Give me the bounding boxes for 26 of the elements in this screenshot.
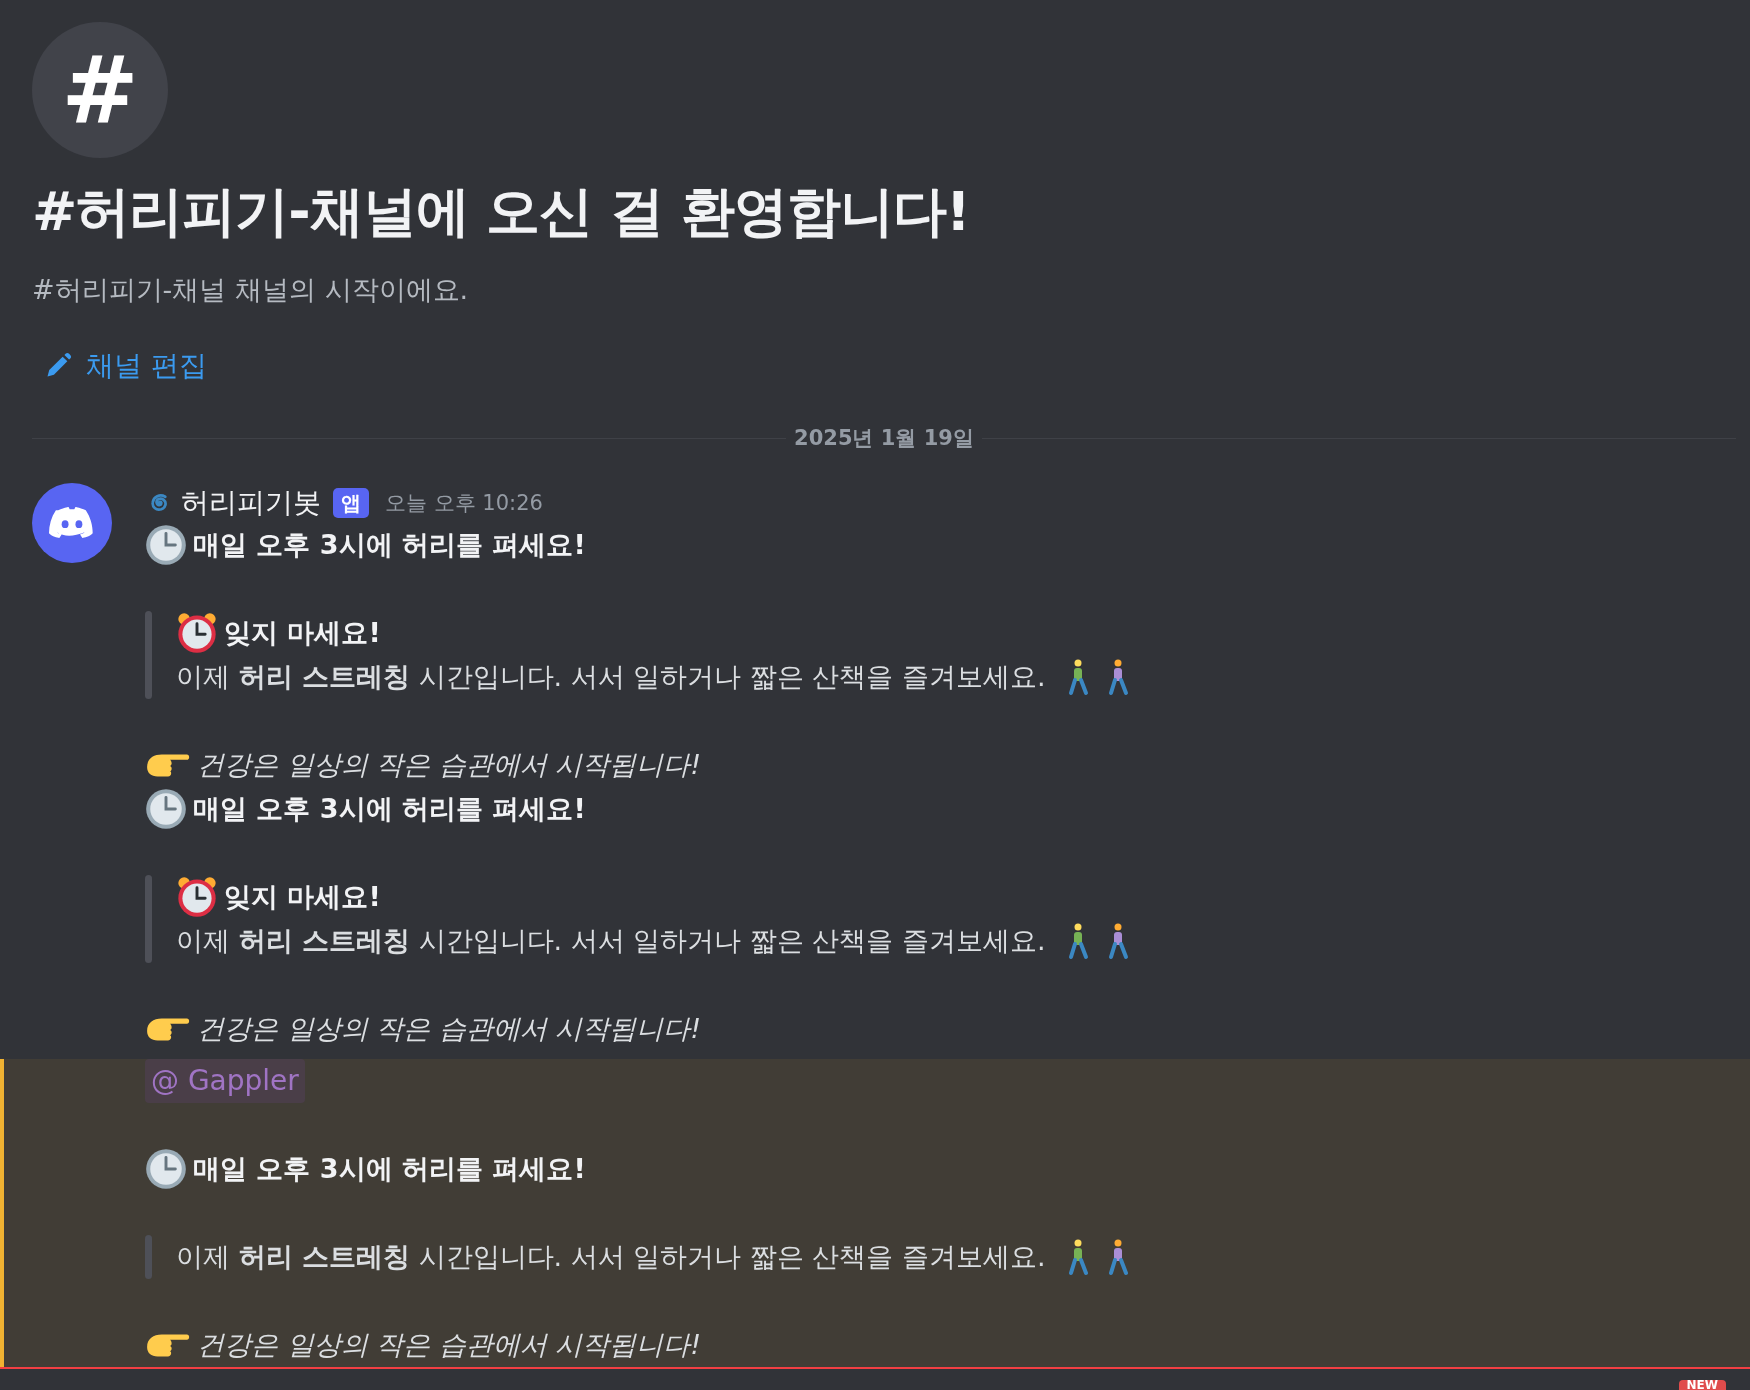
user-mention[interactable]: @ Gappler [145, 1059, 305, 1103]
new-messages-badge: NEW [1678, 1380, 1726, 1390]
edit-channel-link[interactable]: 채널 편집 [44, 346, 207, 386]
author-name[interactable]: 허리피기봇 [181, 484, 321, 522]
channel-icon: # [32, 22, 168, 158]
quote-text: 이제 허리 스트레칭 시간입니다. 서서 일하거나 짧은 산책을 즐겨보세요. [176, 924, 1046, 958]
clock-icon [145, 1148, 187, 1190]
clock-icon [145, 524, 187, 566]
footer-text: 건강은 일상의 작은 습관에서 시작됩니다! [197, 748, 702, 782]
timestamp: 오늘 오후 10:26 [385, 490, 543, 517]
channel-description: #허리피기-채널 채널의 시작이에요. [32, 273, 469, 307]
alarm-clock-icon [176, 612, 218, 654]
quote-title: 잊지 마세요! [224, 880, 381, 914]
app-tag: 앱 [333, 488, 369, 518]
reminder-heading: 매일 오후 3시에 허리를 펴세요! [193, 792, 586, 826]
footer-text: 건강은 일상의 작은 습관에서 시작됩니다! [197, 1012, 702, 1046]
quote-bar [145, 1235, 152, 1279]
clock-icon [145, 788, 187, 830]
quote-text: 이제 허리 스트레칭 시간입니다. 서서 일하거나 짧은 산책을 즐겨보세요. [176, 660, 1046, 694]
footer-text: 건강은 일상의 작은 습관에서 시작됩니다! [197, 1328, 702, 1362]
quote-title: 잊지 마세요! [224, 616, 381, 650]
quote-text: 이제 허리 스트레칭 시간입니다. 서서 일하거나 짧은 산책을 즐겨보세요. [176, 1240, 1046, 1274]
alarm-clock-icon [176, 876, 218, 918]
reminder-heading: 매일 오후 3시에 허리를 펴세요! [193, 1152, 586, 1186]
reminder-heading: 매일 오후 3시에 허리를 펴세요! [193, 528, 586, 562]
welcome-title: #허리피기-채널에 오신 걸 환영합니다! [32, 179, 970, 245]
